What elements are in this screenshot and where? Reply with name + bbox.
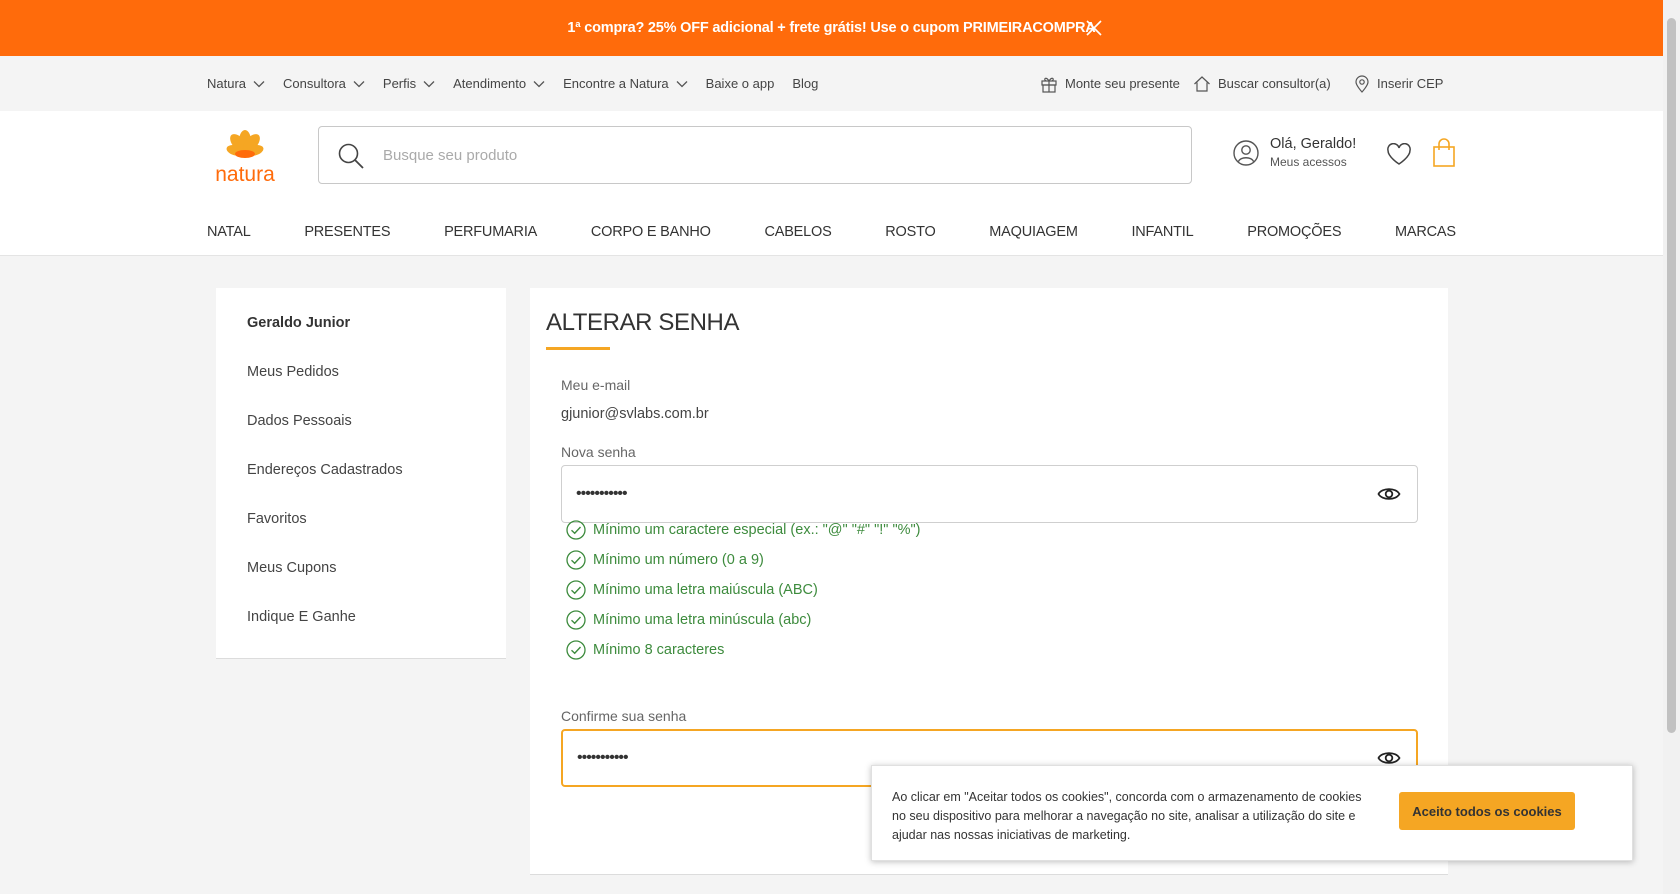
heart-icon[interactable] xyxy=(1386,143,1412,167)
password-rule-item: Mínimo 8 caracteres xyxy=(566,640,724,660)
account-greeting: Olá, Geraldo! xyxy=(1270,136,1357,152)
new-password-input[interactable] xyxy=(576,466,1356,522)
email-value: gjunior@svlabs.com.br xyxy=(561,406,709,422)
gift-builder-label: Monte seu presente xyxy=(1065,76,1180,91)
check-circle-icon xyxy=(566,580,586,600)
svg-text:natura: natura xyxy=(215,163,275,185)
sidebar-item-orders[interactable]: Meus Pedidos xyxy=(247,364,339,380)
confirm-password-label: Confirme sua senha xyxy=(561,708,687,724)
account-menu[interactable]: Olá, Geraldo! Meus acessos xyxy=(1232,136,1356,169)
sidebar-item-coupons[interactable]: Meus Cupons xyxy=(247,560,336,576)
sidebar-item-favorites[interactable]: Favoritos xyxy=(247,511,307,527)
sidebar-item-addresses[interactable]: Endereços Cadastrados xyxy=(247,462,403,478)
category-nav: NATAL PRESENTES PERFUMARIA CORPO E BANHO CAB… xyxy=(207,217,1456,247)
site-header: natura Olá, Geraldo! Meus acessos NATAL P… xyxy=(0,111,1663,256)
password-rule-item: Mínimo uma letra maiúscula (ABC) xyxy=(566,580,818,600)
password-rule-text: Mínimo uma letra maiúscula (ABC) xyxy=(593,582,818,598)
sidebar-item-personal-data[interactable]: Dados Pessoais xyxy=(247,413,352,429)
utility-nav-right: Monte seu presente Buscar consultor(a) I… xyxy=(0,56,1663,111)
cookie-banner: Ao clicar em "Aceitar todos os cookies",… xyxy=(871,765,1633,861)
close-icon[interactable] xyxy=(1084,18,1104,38)
account-sidebar: Geraldo Junior Meus Pedidos Dados Pessoa… xyxy=(216,288,506,659)
utility-nav: Natura Consultora Perfis Atendimento Encontr… xyxy=(0,56,1663,111)
page-title: ALTERAR SENHA xyxy=(546,309,740,336)
search-bar xyxy=(318,126,1192,184)
home-icon xyxy=(1194,75,1210,92)
category-infantil[interactable]: INFANTIL xyxy=(1131,224,1193,240)
promo-text: 1ª compra? 25% OFF adicional + frete grá… xyxy=(567,20,1096,36)
shopping-bag-icon[interactable] xyxy=(1432,138,1456,168)
gift-icon xyxy=(1041,77,1057,93)
title-underline xyxy=(546,347,610,350)
new-password-field xyxy=(561,465,1418,523)
insert-cep-link[interactable]: Inserir CEP xyxy=(1354,56,1443,111)
category-natal[interactable]: NATAL xyxy=(207,224,251,240)
check-circle-icon xyxy=(566,520,586,540)
promo-banner: 1ª compra? 25% OFF adicional + frete grá… xyxy=(0,0,1663,56)
category-marcas[interactable]: MARCAS xyxy=(1395,224,1456,240)
cookie-text: Ao clicar em "Aceitar todos os cookies",… xyxy=(892,790,1362,842)
scrollbar-thumb[interactable] xyxy=(1667,18,1676,733)
sidebar-item-refer[interactable]: Indique E Ganhe xyxy=(247,609,356,625)
category-presentes[interactable]: PRESENTES xyxy=(304,224,390,240)
location-pin-icon xyxy=(1355,74,1369,93)
search-icon[interactable] xyxy=(337,142,365,170)
search-input[interactable] xyxy=(383,127,1163,183)
email-label: Meu e-mail xyxy=(561,377,631,393)
check-circle-icon xyxy=(566,610,586,630)
natura-logo[interactable]: natura xyxy=(207,127,283,185)
find-consultant-link[interactable]: Buscar consultor(a) xyxy=(1193,56,1331,111)
account-sub-label: Meus acessos xyxy=(1270,155,1347,169)
password-rule-text: Mínimo um número (0 a 9) xyxy=(593,552,764,568)
category-corpo-e-banho[interactable]: CORPO E BANHO xyxy=(591,224,711,240)
password-rule-text: Mínimo 8 caracteres xyxy=(593,642,725,658)
gift-builder-link[interactable]: Monte seu presente xyxy=(1040,56,1180,111)
category-rosto[interactable]: ROSTO xyxy=(885,224,935,240)
category-promoções[interactable]: PROMOÇÕES xyxy=(1247,224,1341,240)
password-rule-item: Mínimo um caractere especial (ex.: "@" "… xyxy=(566,520,920,540)
sidebar-user-name: Geraldo Junior xyxy=(247,315,351,331)
category-perfumaria[interactable]: PERFUMARIA xyxy=(444,224,537,240)
find-consultant-label: Buscar consultor(a) xyxy=(1218,76,1331,91)
password-rule-text: Mínimo uma letra minúscula (abc) xyxy=(593,612,812,628)
category-maquiagem[interactable]: MAQUIAGEM xyxy=(989,224,1078,240)
check-circle-icon xyxy=(566,640,586,660)
eye-icon[interactable] xyxy=(1377,484,1401,504)
check-circle-icon xyxy=(566,550,586,570)
page-scrollbar[interactable] xyxy=(1663,0,1680,894)
password-rule-item: Mínimo um número (0 a 9) xyxy=(566,550,764,570)
password-rule-item: Mínimo uma letra minúscula (abc) xyxy=(566,610,811,630)
user-icon xyxy=(1233,139,1259,166)
category-cabelos[interactable]: CABELOS xyxy=(764,224,831,240)
insert-cep-label: Inserir CEP xyxy=(1377,76,1444,91)
accept-cookies-button[interactable]: Aceito todos os cookies xyxy=(1399,792,1575,830)
password-rule-text: Mínimo um caractere especial (ex.: "@" "… xyxy=(593,522,921,538)
new-password-label: Nova senha xyxy=(561,444,636,460)
